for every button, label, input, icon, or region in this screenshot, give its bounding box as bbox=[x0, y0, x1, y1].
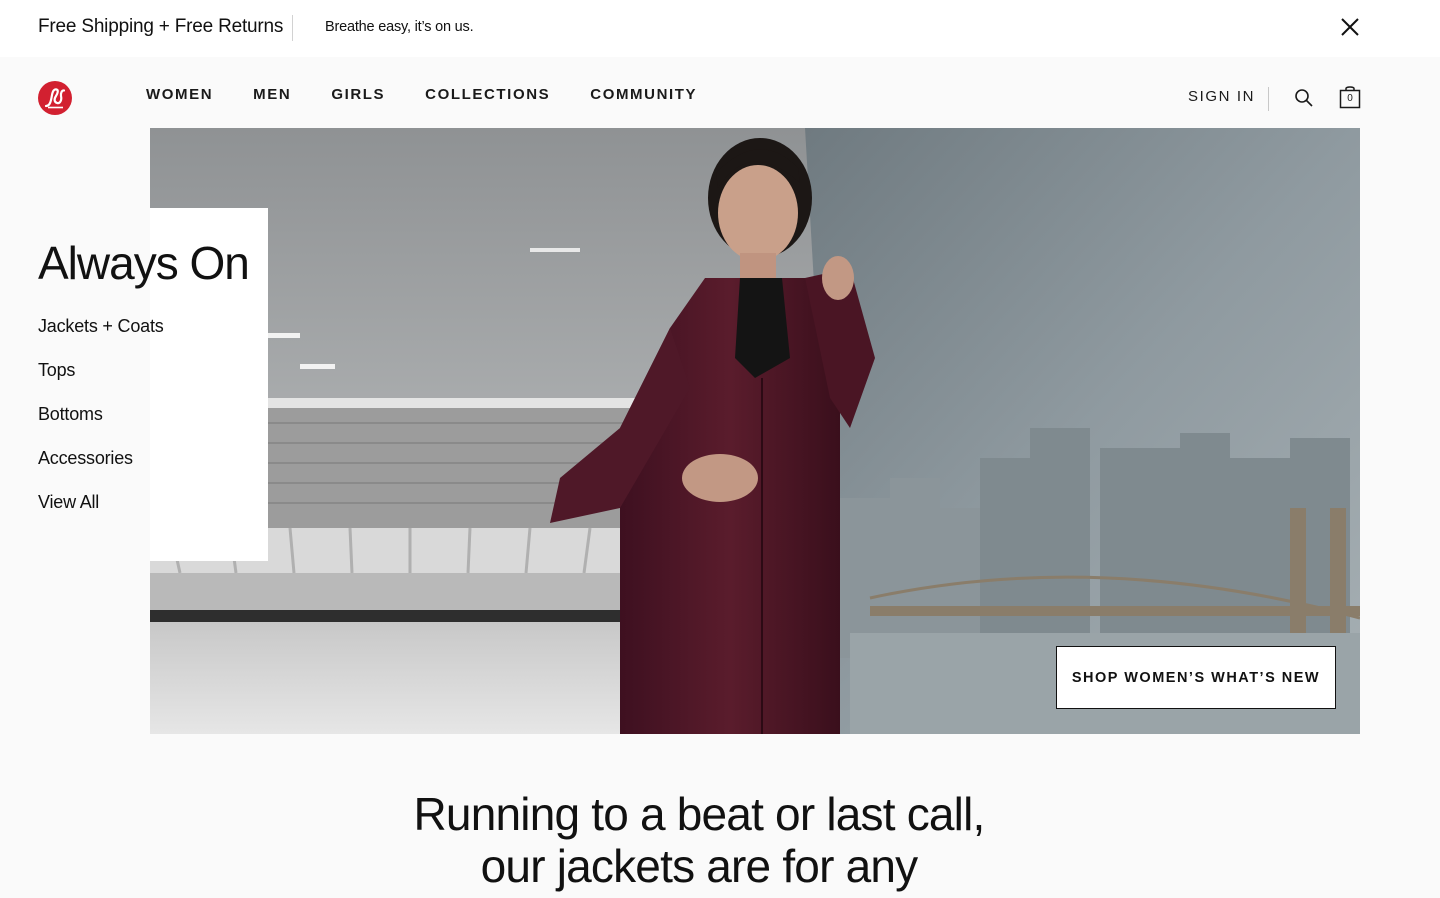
lululemon-logo-icon[interactable] bbox=[38, 81, 72, 115]
category-panel: Always On Jackets + Coats Tops Bottoms A… bbox=[0, 208, 268, 561]
header-divider bbox=[1268, 87, 1269, 111]
tagline-line-1: Running to a beat or last call, bbox=[413, 788, 986, 840]
promo-title: Free Shipping + Free Returns bbox=[38, 16, 284, 37]
bag-count: 0 bbox=[1347, 93, 1353, 104]
category-link-tops[interactable]: Tops bbox=[38, 360, 164, 404]
hero-banner[interactable]: SHOP WOMEN’S WHAT’S NEW bbox=[150, 128, 1360, 734]
category-link-accessories[interactable]: Accessories bbox=[38, 448, 164, 492]
hero-image bbox=[150, 128, 1360, 734]
category-link-jackets-coats[interactable]: Jackets + Coats bbox=[38, 316, 164, 360]
nav-item-girls[interactable]: GIRLS bbox=[331, 86, 385, 103]
nav-item-men[interactable]: MEN bbox=[253, 86, 291, 103]
tagline-line-2: our jackets are for any bbox=[480, 840, 919, 892]
promo-divider bbox=[292, 15, 293, 41]
panel-title: Always On bbox=[38, 237, 250, 289]
shop-whats-new-button[interactable]: SHOP WOMEN’S WHAT’S NEW bbox=[1056, 646, 1336, 709]
promo-subtitle: Breathe easy, it’s on us. bbox=[325, 19, 474, 35]
sign-in-link[interactable]: SIGN IN bbox=[1188, 88, 1255, 105]
promo-bar: Free Shipping + Free Returns Breathe eas… bbox=[0, 0, 1440, 57]
close-icon[interactable] bbox=[1339, 16, 1361, 38]
main-nav: WOMEN MEN GIRLS COLLECTIONS COMMUNITY bbox=[146, 86, 737, 103]
shopping-bag-icon[interactable]: 0 bbox=[1339, 85, 1361, 109]
category-list: Jackets + Coats Tops Bottoms Accessories… bbox=[38, 316, 164, 536]
category-link-view-all[interactable]: View All bbox=[38, 492, 164, 536]
site-header: WOMEN MEN GIRLS COLLECTIONS COMMUNITY SI… bbox=[0, 57, 1440, 128]
search-icon[interactable] bbox=[1294, 88, 1314, 108]
tagline-heading: Running to a beat or last call, our jack… bbox=[0, 788, 1398, 892]
category-link-bottoms[interactable]: Bottoms bbox=[38, 404, 164, 448]
nav-item-community[interactable]: COMMUNITY bbox=[590, 86, 697, 103]
nav-item-women[interactable]: WOMEN bbox=[146, 86, 213, 103]
nav-item-collections[interactable]: COLLECTIONS bbox=[425, 86, 550, 103]
